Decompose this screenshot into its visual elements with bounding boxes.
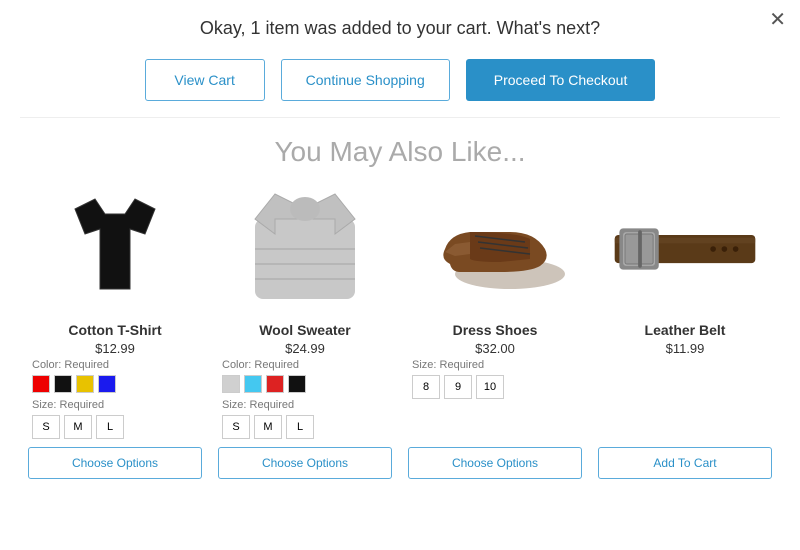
choose-options-button[interactable]: Choose Options (28, 447, 202, 479)
size-options: SML (28, 415, 124, 439)
product-name: Wool Sweater (259, 322, 351, 338)
product-card-sweater: Wool Sweater $24.99 Color: Required Size: R… (210, 184, 400, 487)
size-option-button[interactable]: L (286, 415, 314, 439)
divider (20, 117, 780, 118)
size-option-button[interactable]: S (32, 415, 60, 439)
product-image-belt (610, 184, 760, 314)
size-option-button[interactable]: 10 (476, 375, 504, 399)
size-option-button[interactable]: M (64, 415, 92, 439)
add-to-cart-button[interactable]: Add To Cart (598, 447, 772, 479)
size-option-button[interactable]: M (254, 415, 282, 439)
size-options: 8910 (408, 375, 504, 399)
color-swatch[interactable] (76, 375, 94, 393)
size-option-button[interactable]: S (222, 415, 250, 439)
product-card-shoes: Dress Shoes $32.00 Size: Required 8910 Choos… (400, 184, 590, 487)
choose-options-button[interactable]: Choose Options (408, 447, 582, 479)
choose-options-button[interactable]: Choose Options (218, 447, 392, 479)
color-swatch[interactable] (288, 375, 306, 393)
product-name: Dress Shoes (453, 322, 538, 338)
action-buttons: View Cart Continue Shopping Proceed To C… (0, 49, 800, 117)
color-swatch[interactable] (266, 375, 284, 393)
product-card-belt: Leather Belt $11.99 Add To Cart (590, 184, 780, 487)
proceed-checkout-button[interactable]: Proceed To Checkout (466, 59, 656, 101)
color-label: Color: Required (28, 359, 109, 371)
view-cart-button[interactable]: View Cart (145, 59, 265, 101)
close-button[interactable]: ✕ (769, 10, 786, 30)
products-grid: Cotton T-Shirt $12.99 Color: Required Size:… (0, 184, 800, 487)
size-label: Size: Required (218, 399, 294, 411)
color-label: Color: Required (218, 359, 299, 371)
size-label: Size: Required (28, 399, 104, 411)
product-card-tshirt: Cotton T-Shirt $12.99 Color: Required Size:… (20, 184, 210, 487)
product-name: Leather Belt (645, 322, 726, 338)
section-title: You May Also Like... (0, 130, 800, 184)
product-price: $32.00 (475, 341, 515, 356)
color-swatches (218, 375, 306, 393)
color-swatches (28, 375, 116, 393)
product-image-shoes (420, 184, 570, 314)
color-swatch[interactable] (222, 375, 240, 393)
size-label: Size: Required (408, 359, 484, 371)
product-price: $12.99 (95, 341, 135, 356)
size-option-button[interactable]: 8 (412, 375, 440, 399)
size-option-button[interactable]: 9 (444, 375, 472, 399)
color-swatch[interactable] (98, 375, 116, 393)
product-image-tshirt (40, 184, 190, 314)
product-image-sweater (230, 184, 380, 314)
product-price: $24.99 (285, 341, 325, 356)
color-swatch[interactable] (32, 375, 50, 393)
continue-shopping-button[interactable]: Continue Shopping (281, 59, 450, 101)
product-name: Cotton T-Shirt (68, 322, 161, 338)
color-swatch[interactable] (54, 375, 72, 393)
color-swatch[interactable] (244, 375, 262, 393)
product-price: $11.99 (666, 341, 705, 356)
header-message: Okay, 1 item was added to your cart. Wha… (0, 0, 800, 49)
size-options: SML (218, 415, 314, 439)
size-option-button[interactable]: L (96, 415, 124, 439)
